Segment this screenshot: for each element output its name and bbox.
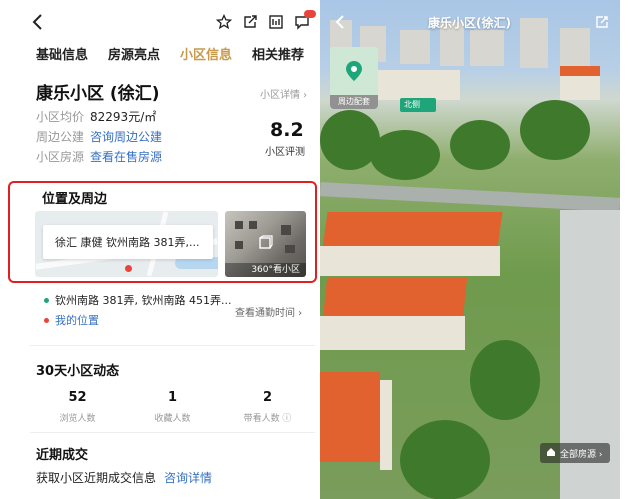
compare-icon[interactable]: [266, 12, 286, 32]
street-view-title: 康乐小区(徐汇): [428, 16, 511, 30]
location-map[interactable]: 徐汇 康健 钦州南路 381弄,...: [35, 211, 218, 277]
stat-favorites-label: 收藏人数: [154, 414, 191, 424]
avg-price-value: 82293元/㎡: [90, 110, 157, 124]
activity-stats: 52 浏览人数 1 收藏人数 2 带看人数 ⓘ: [30, 390, 315, 424]
stat-tours: 2 带看人数 ⓘ: [220, 390, 315, 424]
house-icon: [546, 447, 556, 460]
map-pin-icon: [330, 47, 378, 95]
panorama-cube-icon: [255, 233, 275, 253]
back-icon[interactable]: [28, 12, 48, 32]
score-label: 小区评测: [265, 147, 305, 158]
stat-views-label: 浏览人数: [59, 414, 96, 424]
community-detail-link[interactable]: 小区详情 ›: [260, 86, 307, 101]
nearby-facilities-label: 周边配套: [330, 95, 378, 109]
all-listings-button[interactable]: 全部房源 ›: [540, 443, 610, 463]
activity-section-title: 30天小区动态: [36, 364, 120, 379]
star-icon[interactable]: [214, 12, 234, 32]
avg-price-row: 小区均价 82293元/㎡: [36, 108, 156, 125]
avg-price-label: 小区均价: [36, 110, 85, 124]
view-360-label: 360°看小区: [225, 263, 306, 277]
stat-views: 52 浏览人数: [30, 390, 125, 424]
address-row: 钦州南路 381弄, 钦州南路 451弄...: [44, 292, 231, 308]
listing-row: 小区房源 查看在售房源: [36, 148, 162, 165]
my-location-dot-icon: [44, 317, 49, 323]
map-address-card[interactable]: 徐汇 康健 钦州南路 381弄,...: [43, 225, 213, 259]
my-location-link[interactable]: 我的位置: [55, 312, 99, 328]
notification-badge: [304, 10, 316, 18]
deals-row: 获取小区近期成交信息 咨询详情: [36, 469, 212, 486]
tab-highlights[interactable]: 房源亮点: [108, 44, 160, 66]
street-view-panel[interactable]: 周边配套 北侧 全部房源 ›: [320, 0, 620, 499]
stat-favorites-value: 1: [167, 390, 178, 405]
nearby-link[interactable]: 咨询周边公建: [90, 128, 162, 145]
north-side-label: 北侧: [400, 98, 436, 112]
tab-community-info[interactable]: 小区信息: [180, 44, 232, 66]
map-pin-icon: [125, 265, 132, 272]
street-view-share-icon[interactable]: [594, 14, 610, 30]
community-score: 8.2: [270, 119, 304, 141]
deals-text: 获取小区近期成交信息: [36, 471, 157, 485]
all-listings-label: 全部房源 ›: [560, 449, 603, 460]
my-location-row: 我的位置: [44, 312, 99, 328]
street-view-back-icon[interactable]: [332, 14, 348, 30]
top-bar: [0, 0, 320, 44]
view-360-thumbnail[interactable]: 360°看小区: [225, 211, 306, 277]
stat-tours-value: 2: [262, 390, 273, 405]
divider: [30, 432, 315, 433]
tab-recommendations[interactable]: 相关推荐: [252, 44, 304, 66]
commute-link[interactable]: 查看通勤时间 ›: [235, 304, 302, 319]
tab-bar: 基础信息 房源亮点 小区信息 相关推荐: [36, 44, 304, 66]
page-margin: [620, 0, 640, 499]
address-dot-icon: [44, 297, 49, 303]
community-detail-panel: 基础信息 房源亮点 小区信息 相关推荐 康乐小区 (徐汇) 小区详情 › 小区均…: [0, 0, 320, 499]
listing-link[interactable]: 查看在售房源: [90, 148, 162, 165]
deals-section-title: 近期成交: [36, 448, 89, 463]
divider: [30, 345, 315, 346]
share-icon[interactable]: [240, 12, 260, 32]
tab-basic-info[interactable]: 基础信息: [36, 44, 88, 66]
location-section-title: 位置及周边: [42, 192, 108, 207]
stat-tours-label[interactable]: 带看人数 ⓘ: [220, 411, 315, 424]
stat-views-value: 52: [68, 390, 87, 405]
nearby-row: 周边公建 咨询周边公建: [36, 128, 162, 145]
stat-favorites: 1 收藏人数: [125, 390, 220, 424]
deals-link[interactable]: 咨询详情: [164, 469, 212, 486]
nearby-label: 周边公建: [36, 130, 85, 144]
nearby-facilities-button[interactable]: 周边配套: [330, 47, 378, 109]
community-title: 康乐小区 (徐汇): [36, 84, 160, 104]
listing-label: 小区房源: [36, 150, 85, 164]
address-line: 钦州南路 381弄, 钦州南路 451弄...: [55, 294, 232, 307]
